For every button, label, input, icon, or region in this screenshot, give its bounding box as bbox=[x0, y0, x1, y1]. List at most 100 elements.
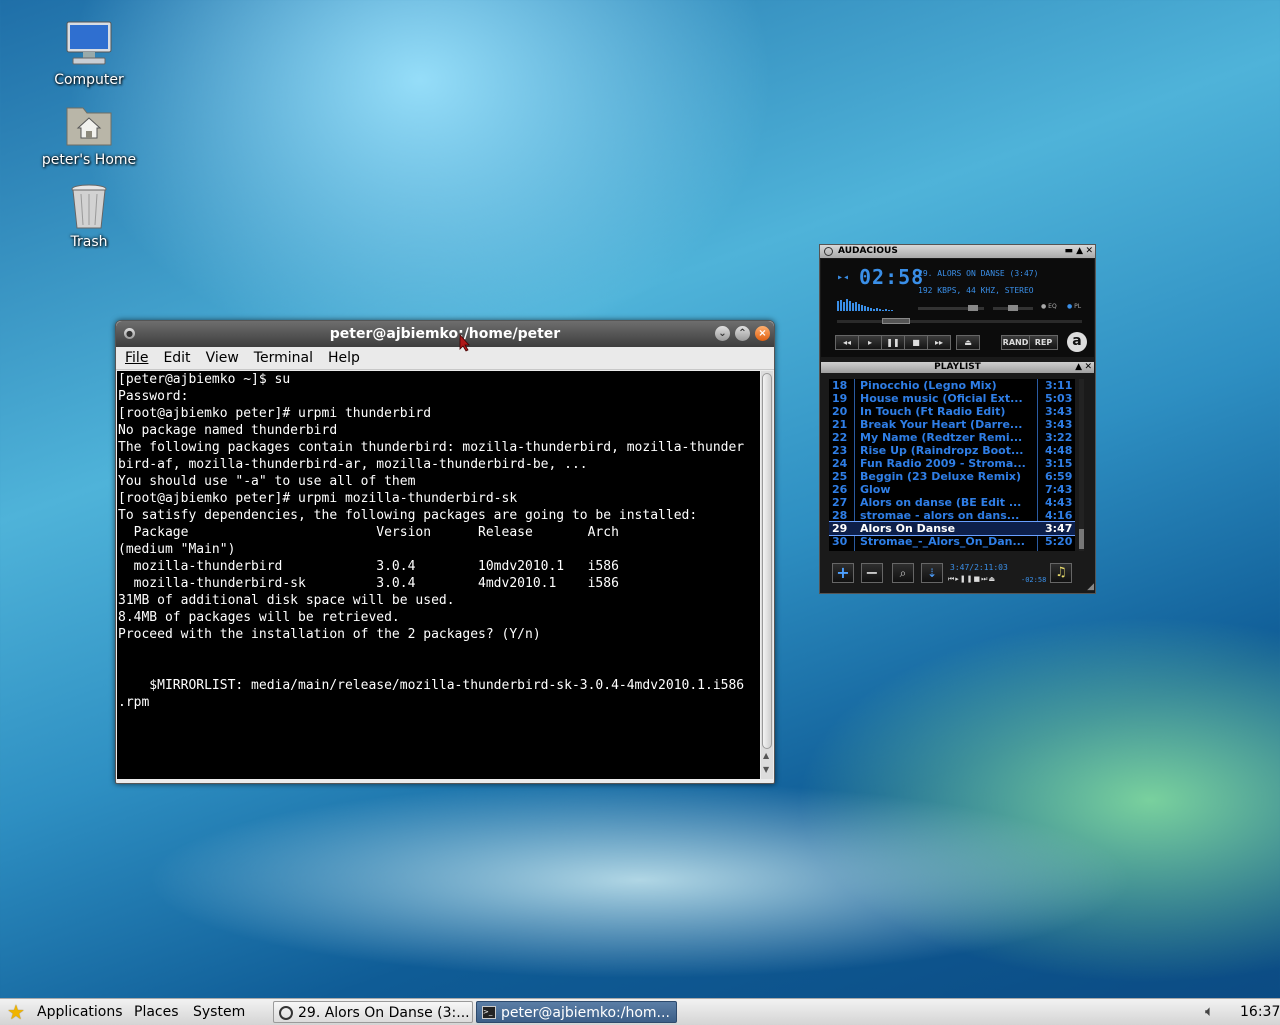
terminal-scrollbar[interactable]: ▲ ▼ bbox=[761, 371, 773, 779]
shade-icon[interactable]: ▲ bbox=[1075, 362, 1082, 373]
visualizer-bar bbox=[885, 309, 887, 311]
close-icon[interactable]: × bbox=[755, 326, 770, 341]
visualizer-bar bbox=[870, 308, 872, 311]
playlist-row-title: stromae - alors on dans... bbox=[860, 509, 1020, 522]
playlist-row-number: 26 bbox=[832, 483, 848, 496]
applications-menu[interactable]: Applications bbox=[37, 999, 123, 1025]
playlist-row-number: 20 bbox=[832, 405, 848, 418]
stop-button[interactable]: ■ bbox=[904, 335, 928, 350]
eq-toggle[interactable]: ● EQ bbox=[1041, 303, 1057, 310]
playlist-row[interactable]: 24 Fun Radio 2009 - Stroma... 3:15 bbox=[829, 457, 1075, 470]
system-menu[interactable]: System bbox=[193, 999, 245, 1025]
close-icon[interactable]: ✕ bbox=[1084, 362, 1092, 373]
seek-bar[interactable] bbox=[837, 318, 1082, 324]
pause-button[interactable]: ❚❚ bbox=[881, 335, 905, 350]
playlist-row-duration: 4:16 bbox=[1045, 509, 1073, 522]
menu-help[interactable]: Help bbox=[319, 347, 366, 369]
home-folder-icon bbox=[63, 100, 115, 150]
minimize-icon[interactable]: ▬ bbox=[1064, 245, 1073, 258]
volume-slider[interactable] bbox=[918, 305, 984, 311]
visualizer-bar bbox=[873, 309, 875, 311]
playlist-row[interactable]: 18 Pinocchio (Legno Mix) 3:11 bbox=[829, 379, 1075, 392]
playlist-row[interactable]: 27 Alors on danse (BE Edit ... 4:43 bbox=[829, 496, 1075, 509]
time-display[interactable]: 02:58 bbox=[859, 265, 924, 289]
audacious-main-panel: ▸◂ 02:58 29. ALORS ON DANSE (3:47) 192 K… bbox=[821, 259, 1094, 357]
playlist-row[interactable]: 28 stromae - alors on dans... 4:16 bbox=[829, 509, 1075, 522]
audacious-titlebar[interactable]: AUDACIOUS ▬ ▲ ✕ bbox=[820, 245, 1095, 258]
list-menu-button[interactable]: ♫ bbox=[1050, 563, 1072, 583]
play-button[interactable]: ▸ bbox=[858, 335, 882, 350]
play-status-icon: ▸◂ bbox=[837, 272, 850, 283]
previous-button[interactable]: ◂◂ bbox=[835, 335, 859, 350]
menu-terminal[interactable]: Terminal bbox=[245, 347, 319, 369]
eject-button[interactable]: ⏏ bbox=[956, 335, 980, 350]
shade-icon[interactable]: ▲ bbox=[1076, 245, 1083, 258]
volume-icon[interactable]: 🔈︎ bbox=[1205, 1002, 1214, 1020]
repeat-button[interactable]: REP bbox=[1029, 335, 1058, 350]
terminal-line: [peter@ajbiemko ~]$ su bbox=[118, 372, 291, 387]
volume-slider-handle[interactable] bbox=[968, 305, 978, 311]
menu-edit[interactable]: Edit bbox=[154, 347, 196, 369]
playlist-row[interactable]: 21 Break Your Heart (Darre... 3:43 bbox=[829, 418, 1075, 431]
playlist-row[interactable]: 30 Stromae_-_Alors_On_Dan... 5:20 bbox=[829, 535, 1075, 548]
terminal-line: Package Version Release Arch bbox=[118, 525, 619, 540]
terminal-line: Password: bbox=[118, 389, 189, 404]
audacious-logo-icon[interactable]: a bbox=[1067, 332, 1087, 352]
desktop-icon-trash[interactable]: Trash bbox=[34, 182, 144, 250]
clock[interactable]: 16:37 bbox=[1240, 999, 1280, 1025]
visualizer-bar bbox=[888, 310, 890, 311]
star-icon[interactable]: ★ bbox=[7, 1000, 25, 1024]
playlist[interactable]: 18 Pinocchio (Legno Mix) 3:11 19 House music… bbox=[829, 379, 1075, 551]
playlist-row[interactable]: 20 In Touch (Ft Radio Edit) 3:43 bbox=[829, 405, 1075, 418]
desktop-icon-home[interactable]: peter's Home bbox=[34, 100, 144, 168]
visualizer[interactable] bbox=[837, 297, 917, 311]
misc-button[interactable]: ⇣ bbox=[921, 563, 943, 583]
audacious-window[interactable]: AUDACIOUS ▬ ▲ ✕ ▸◂ 02:58 29. ALORS ON DA… bbox=[819, 244, 1096, 594]
scroll-up-icon[interactable]: ▲ bbox=[763, 751, 769, 760]
scrollbar-thumb[interactable] bbox=[762, 373, 772, 749]
shuffle-button[interactable]: RAND bbox=[1001, 335, 1030, 350]
playlist-row-duration: 3:43 bbox=[1045, 418, 1073, 431]
minimize-icon[interactable]: ⌄ bbox=[715, 326, 730, 341]
playlist-row[interactable]: 23 Rise Up (Raindropz Boot... 4:48 bbox=[829, 444, 1075, 457]
balance-slider[interactable] bbox=[993, 305, 1033, 311]
playlist-row[interactable]: 26 Glow 7:43 bbox=[829, 483, 1075, 496]
select-button[interactable]: ⌕ bbox=[892, 563, 914, 583]
terminal-titlebar[interactable]: ● peter@ajbiemko:/home/peter ⌄ ⌃ × bbox=[116, 321, 774, 347]
playlist-row-duration: 6:59 bbox=[1045, 470, 1073, 483]
playlist-row[interactable]: 22 My Name (Redtzer Remi... 3:22 bbox=[829, 431, 1075, 444]
mini-transport-controls[interactable]: ⏮▸❚❚■⏭⏏ bbox=[948, 575, 996, 584]
menu-view[interactable]: View bbox=[197, 347, 245, 369]
add-button[interactable]: + bbox=[832, 563, 854, 583]
scroll-down-icon[interactable]: ▼ bbox=[763, 765, 769, 774]
close-icon[interactable]: ✕ bbox=[1085, 245, 1093, 258]
playlist-titlebar[interactable]: PLAYLIST ▲ ✕ bbox=[821, 362, 1094, 373]
terminal-window[interactable]: ● peter@ajbiemko:/home/peter ⌄ ⌃ × File E… bbox=[115, 320, 775, 784]
terminal-line: 8.4MB of packages will be retrieved. bbox=[118, 610, 400, 625]
desktop-icon-computer[interactable]: Computer bbox=[34, 20, 144, 88]
visualizer-bar bbox=[864, 306, 866, 311]
playlist-scrollbar[interactable] bbox=[1079, 379, 1084, 551]
taskbar-button-audacious[interactable]: 29. Alors On Danse (3:... bbox=[273, 1001, 473, 1023]
balance-slider-handle[interactable] bbox=[1008, 305, 1018, 311]
taskbar-button-terminal[interactable]: >_ peter@ajbiemko:/hom... bbox=[476, 1001, 677, 1023]
playlist-row-duration: 4:43 bbox=[1045, 496, 1073, 509]
playlist-row-number: 19 bbox=[832, 392, 848, 405]
terminal-output[interactable]: [peter@ajbiemko ~]$ su Password: [root@ajb… bbox=[117, 371, 760, 779]
playlist-row[interactable]: 19 House music (Oficial Ext... 5:03 bbox=[829, 392, 1075, 405]
places-menu[interactable]: Places bbox=[134, 999, 179, 1025]
window-menu-icon[interactable]: ● bbox=[124, 328, 135, 339]
maximize-icon[interactable]: ⌃ bbox=[735, 326, 750, 341]
visualizer-bar bbox=[855, 302, 857, 311]
playlist-row[interactable]: 29 Alors On Danse 3:47 bbox=[829, 521, 1075, 536]
next-button[interactable]: ▸▸ bbox=[927, 335, 951, 350]
playlist-scrollbar-thumb[interactable] bbox=[1079, 529, 1084, 549]
menu-file[interactable]: File bbox=[116, 347, 154, 369]
pl-toggle[interactable]: ● PL bbox=[1067, 303, 1081, 310]
playlist-row[interactable]: 25 Beggin (23 Deluxe Remix) 6:59 bbox=[829, 470, 1075, 483]
resize-grip-icon[interactable]: ◢ bbox=[1087, 582, 1094, 592]
seek-handle[interactable] bbox=[882, 318, 910, 324]
remove-button[interactable]: − bbox=[861, 563, 883, 583]
plus-icon: + bbox=[836, 563, 850, 582]
audacious-menu-icon[interactable] bbox=[824, 247, 833, 256]
